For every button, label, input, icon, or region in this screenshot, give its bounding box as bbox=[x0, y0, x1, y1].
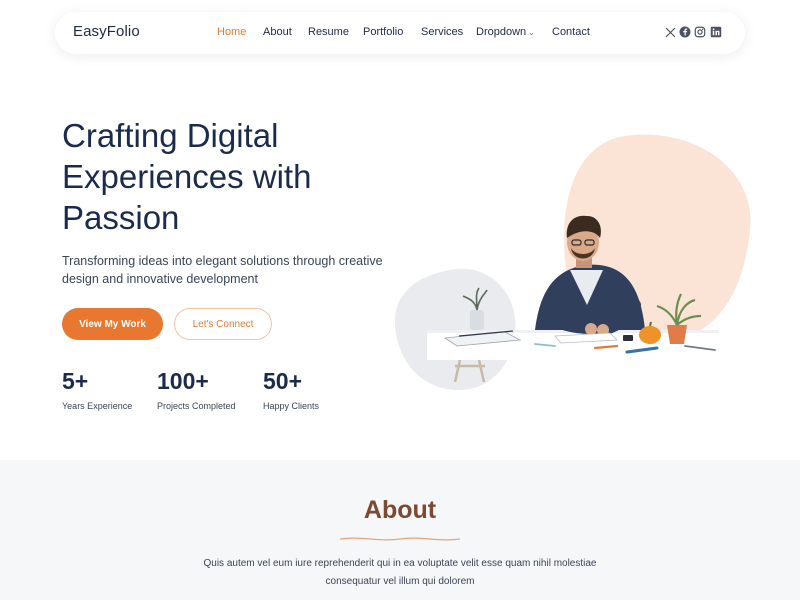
stat-clients: 50+ Happy Clients bbox=[263, 367, 319, 411]
lets-connect-button[interactable]: Let's Connect bbox=[174, 308, 272, 340]
gray-blob bbox=[394, 268, 516, 391]
nav-resume[interactable]: Resume bbox=[308, 26, 349, 38]
stat-label: Happy Clients bbox=[263, 401, 320, 411]
stat-value: 100+ bbox=[157, 368, 209, 394]
hero-illustration bbox=[394, 130, 755, 395]
view-my-work-button[interactable]: View My Work bbox=[62, 308, 163, 340]
nav-home[interactable]: Home bbox=[217, 26, 246, 38]
site-header: EasyFolio Home About Resume Portfolio Se… bbox=[55, 12, 745, 54]
hero-title: Crafting Digital Experiences with Passio… bbox=[62, 115, 402, 238]
nav-portfolio[interactable]: Portfolio bbox=[363, 26, 403, 38]
x-icon[interactable] bbox=[663, 25, 677, 39]
stat-label: Years Experience bbox=[62, 401, 133, 411]
stat-label: Projects Completed bbox=[157, 401, 236, 411]
main-nav: Home About Resume Portfolio Services Dro… bbox=[55, 12, 745, 54]
nav-dropdown[interactable]: Dropdown ⌄ bbox=[476, 26, 535, 38]
stat-value: 50+ bbox=[263, 368, 303, 394]
chevron-down-icon: ⌄ bbox=[528, 28, 535, 37]
about-title: About bbox=[363, 496, 437, 524]
hero-title-line-1: Crafting Digital bbox=[62, 117, 279, 154]
about-text: Quis autem vel eum iure reprehenderit qu… bbox=[203, 558, 597, 587]
instagram-icon[interactable] bbox=[693, 25, 707, 39]
hero-subtitle: Transforming ideas into elegant solution… bbox=[62, 254, 383, 286]
stat-value: 5+ bbox=[62, 368, 89, 394]
nav-services[interactable]: Services bbox=[421, 26, 463, 38]
nav-contact[interactable]: Contact bbox=[552, 26, 590, 38]
nav-about[interactable]: About bbox=[263, 26, 292, 38]
nav-dropdown-label: Dropdown bbox=[476, 26, 527, 38]
linkedin-icon[interactable] bbox=[709, 25, 723, 39]
decorative-underline bbox=[340, 537, 460, 541]
hero-title-line-3: Passion bbox=[62, 199, 180, 236]
stat-projects: 100+ Projects Completed bbox=[157, 367, 236, 411]
hero-title-line-2: Experiences with bbox=[62, 158, 312, 195]
facebook-icon[interactable] bbox=[678, 25, 692, 39]
stat-years: 5+ Years Experience bbox=[62, 367, 132, 411]
about-section: About Quis autem vel eum iure reprehende… bbox=[0, 460, 800, 600]
